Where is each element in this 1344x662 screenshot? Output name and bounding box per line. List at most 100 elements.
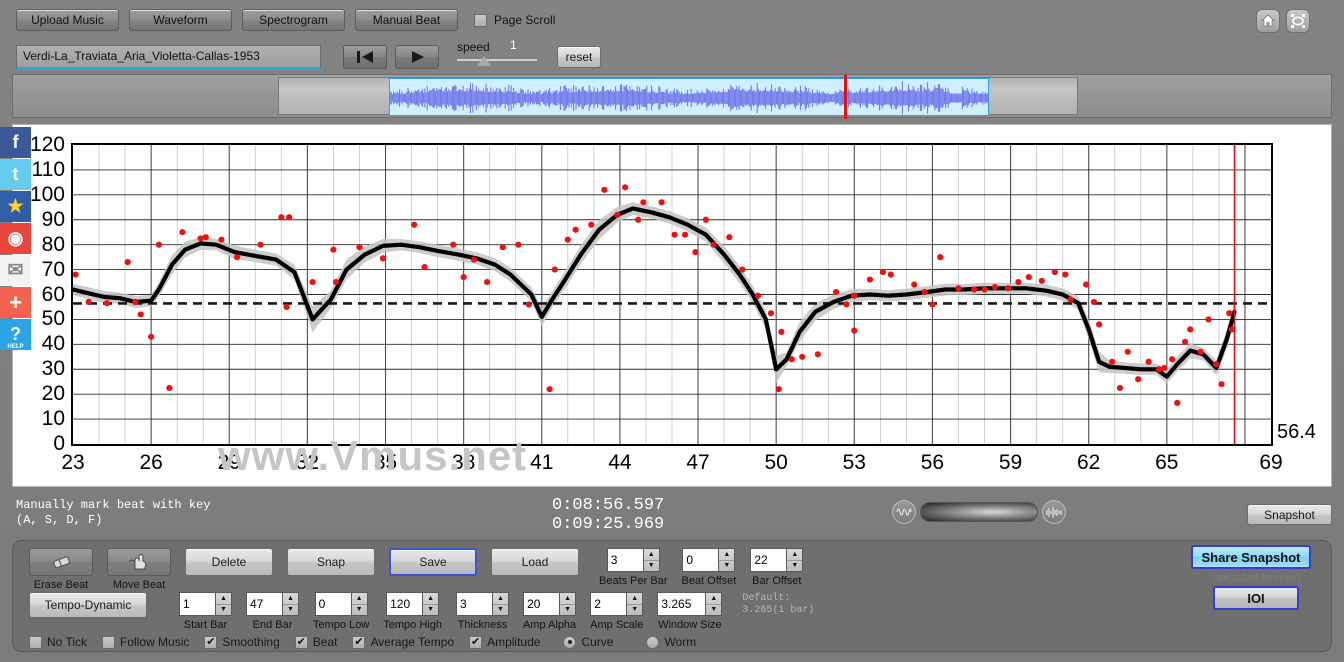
beat-offset-down[interactable]: ▼ <box>719 561 734 572</box>
tempo-chart-panel[interactable]: 0102030405060708090100110120 23262932353… <box>12 124 1332 487</box>
snapshot-button[interactable]: Snapshot <box>1247 504 1332 525</box>
start-bar-group[interactable]: ▲▼ Start Bar <box>179 592 232 631</box>
email-icon[interactable]: ✉ <box>0 255 31 286</box>
amp-scale-input[interactable] <box>590 592 626 616</box>
rewind-to-start-button[interactable] <box>343 45 387 69</box>
move-beat-group[interactable]: Move Beat <box>107 548 171 591</box>
amp-alpha-input[interactable] <box>523 592 559 616</box>
bar-offset-input[interactable] <box>750 548 786 572</box>
tempo-high-down[interactable]: ▼ <box>423 605 438 616</box>
save-button[interactable]: Save <box>389 548 477 576</box>
speed-slider-thumb[interactable] <box>477 56 491 66</box>
checkbox-amplitude-group[interactable]: ✔ Amplitude <box>469 635 540 649</box>
checkbox-smoothing[interactable]: ✔ <box>204 636 217 649</box>
page-scroll-checkbox[interactable] <box>474 14 487 27</box>
amp-alpha-down[interactable]: ▼ <box>560 605 575 616</box>
checkbox-no-tick-group[interactable]: No Tick <box>29 635 87 649</box>
waveform-selection[interactable] <box>389 78 989 116</box>
bar-offset-stepper[interactable]: ▲▼ <box>750 548 803 572</box>
beats-per-bar-spin-buttons[interactable]: ▲▼ <box>643 548 660 572</box>
volume-slider[interactable] <box>920 502 1038 522</box>
tempo-plot-area[interactable] <box>71 143 1273 446</box>
waveform-button[interactable]: Waveform <box>129 9 232 31</box>
waveform-overview-strip[interactable] <box>12 74 1332 118</box>
waveform-track[interactable] <box>278 77 1078 115</box>
checkbox-amplitude[interactable]: ✔ <box>469 636 482 649</box>
play-button[interactable] <box>395 45 439 69</box>
beat-offset-input[interactable] <box>682 548 718 572</box>
beat-offset-group[interactable]: ▲▼ Beat Offset <box>681 548 736 587</box>
tempo-dynamic-button[interactable]: Tempo-Dynamic <box>29 592 147 618</box>
end-bar-up[interactable]: ▲ <box>283 593 298 605</box>
song-title-field[interactable]: Verdi-La_Traviata_Aria_Violetta-Callas-1… <box>16 45 321 70</box>
spectrogram-button[interactable]: Spectrogram <box>242 9 345 31</box>
load-button[interactable]: Load <box>491 548 579 576</box>
bar-offset-up[interactable]: ▲ <box>787 549 802 561</box>
end-bar-input[interactable] <box>246 592 282 616</box>
beat-offset-up[interactable]: ▲ <box>719 549 734 561</box>
checkbox-average-tempo-group[interactable]: ✔ Average Tempo <box>352 635 454 649</box>
checkbox-no-tick[interactable] <box>29 636 42 649</box>
speed-slider-track[interactable] <box>457 59 537 61</box>
amp-alpha-group[interactable]: ▲▼ Amp Alpha <box>523 592 576 631</box>
window-size-up[interactable]: ▲ <box>706 593 721 605</box>
end-bar-group[interactable]: ▲▼ End Bar <box>246 592 299 631</box>
amp-alpha-spin-buttons[interactable]: ▲▼ <box>559 592 576 616</box>
amp-scale-up[interactable]: ▲ <box>627 593 642 605</box>
star-icon[interactable]: ★ <box>0 191 31 222</box>
checkbox-average-tempo[interactable]: ✔ <box>352 636 365 649</box>
checkbox-follow-music[interactable] <box>102 636 115 649</box>
more-plus-icon[interactable]: + <box>0 287 31 318</box>
start-bar-up[interactable]: ▲ <box>216 593 231 605</box>
beats-per-bar-input[interactable] <box>607 548 643 572</box>
window-size-input[interactable] <box>657 592 705 616</box>
upload-music-button[interactable]: Upload Music <box>16 9 119 31</box>
waveform-low-icon[interactable] <box>892 500 916 524</box>
thickness-spin-buttons[interactable]: ▲▼ <box>492 592 509 616</box>
tempo-high-stepper[interactable]: ▲▼ <box>386 592 439 616</box>
beats-per-bar-stepper[interactable]: ▲▼ <box>607 548 660 572</box>
ioi-button[interactable]: IOI <box>1213 586 1299 610</box>
share-snapshot-button[interactable]: Share Snapshot <box>1191 545 1311 569</box>
radio-curve-group[interactable]: Curve <box>563 635 613 649</box>
end-bar-stepper[interactable]: ▲▼ <box>246 592 299 616</box>
tempo-high-group[interactable]: ▲▼ Tempo High <box>383 592 442 631</box>
amp-alpha-stepper[interactable]: ▲▼ <box>523 592 576 616</box>
window-size-down[interactable]: ▼ <box>706 605 721 616</box>
erase-beat-group[interactable]: Erase Beat <box>29 548 93 591</box>
tempo-high-spin-buttons[interactable]: ▲▼ <box>422 592 439 616</box>
amp-alpha-up[interactable]: ▲ <box>560 593 575 605</box>
bar-offset-spin-buttons[interactable]: ▲▼ <box>786 548 803 572</box>
erase-beat-button[interactable] <box>29 548 93 576</box>
bar-offset-down[interactable]: ▼ <box>787 561 802 572</box>
radio-curve[interactable] <box>563 636 576 649</box>
twitter-icon[interactable]: t <box>0 159 31 190</box>
amp-scale-group[interactable]: ▲▼ Amp Scale <box>590 592 643 631</box>
help-icon[interactable]: ?HELP <box>0 319 31 350</box>
radio-worm-group[interactable]: Worm <box>646 635 696 649</box>
thickness-group[interactable]: ▲▼ Thickness <box>456 592 509 631</box>
checkbox-beat[interactable]: ✔ <box>295 636 308 649</box>
volume-control[interactable] <box>892 500 1066 524</box>
page-scroll-checkbox-group[interactable]: Page Scroll <box>474 13 555 27</box>
home-icon[interactable] <box>1256 9 1280 33</box>
amp-scale-spin-buttons[interactable]: ▲▼ <box>626 592 643 616</box>
window-size-stepper[interactable]: ▲▼ <box>657 592 722 616</box>
start-bar-input[interactable] <box>179 592 215 616</box>
beats-per-bar-down[interactable]: ▼ <box>644 561 659 572</box>
beats-per-bar-up[interactable]: ▲ <box>644 549 659 561</box>
thickness-down[interactable]: ▼ <box>493 605 508 616</box>
snap-button[interactable]: Snap <box>287 548 375 576</box>
thickness-stepper[interactable]: ▲▼ <box>456 592 509 616</box>
radio-worm[interactable] <box>646 636 659 649</box>
beats-per-bar-group[interactable]: ▲▼ Beats Per Bar <box>599 548 667 587</box>
facebook-icon[interactable]: f <box>0 127 31 158</box>
speed-slider-group[interactable]: speed 1 <box>457 40 543 74</box>
tempo-low-up[interactable]: ▲ <box>352 593 367 605</box>
manual-beat-button[interactable]: Manual Beat <box>355 9 458 31</box>
amp-scale-stepper[interactable]: ▲▼ <box>590 592 643 616</box>
delete-button[interactable]: Delete <box>185 548 273 576</box>
tempo-low-down[interactable]: ▼ <box>352 605 367 616</box>
tempo-low-group[interactable]: ▲▼ Tempo Low <box>313 592 369 631</box>
window-size-group[interactable]: ▲▼ Window Size <box>657 592 722 631</box>
